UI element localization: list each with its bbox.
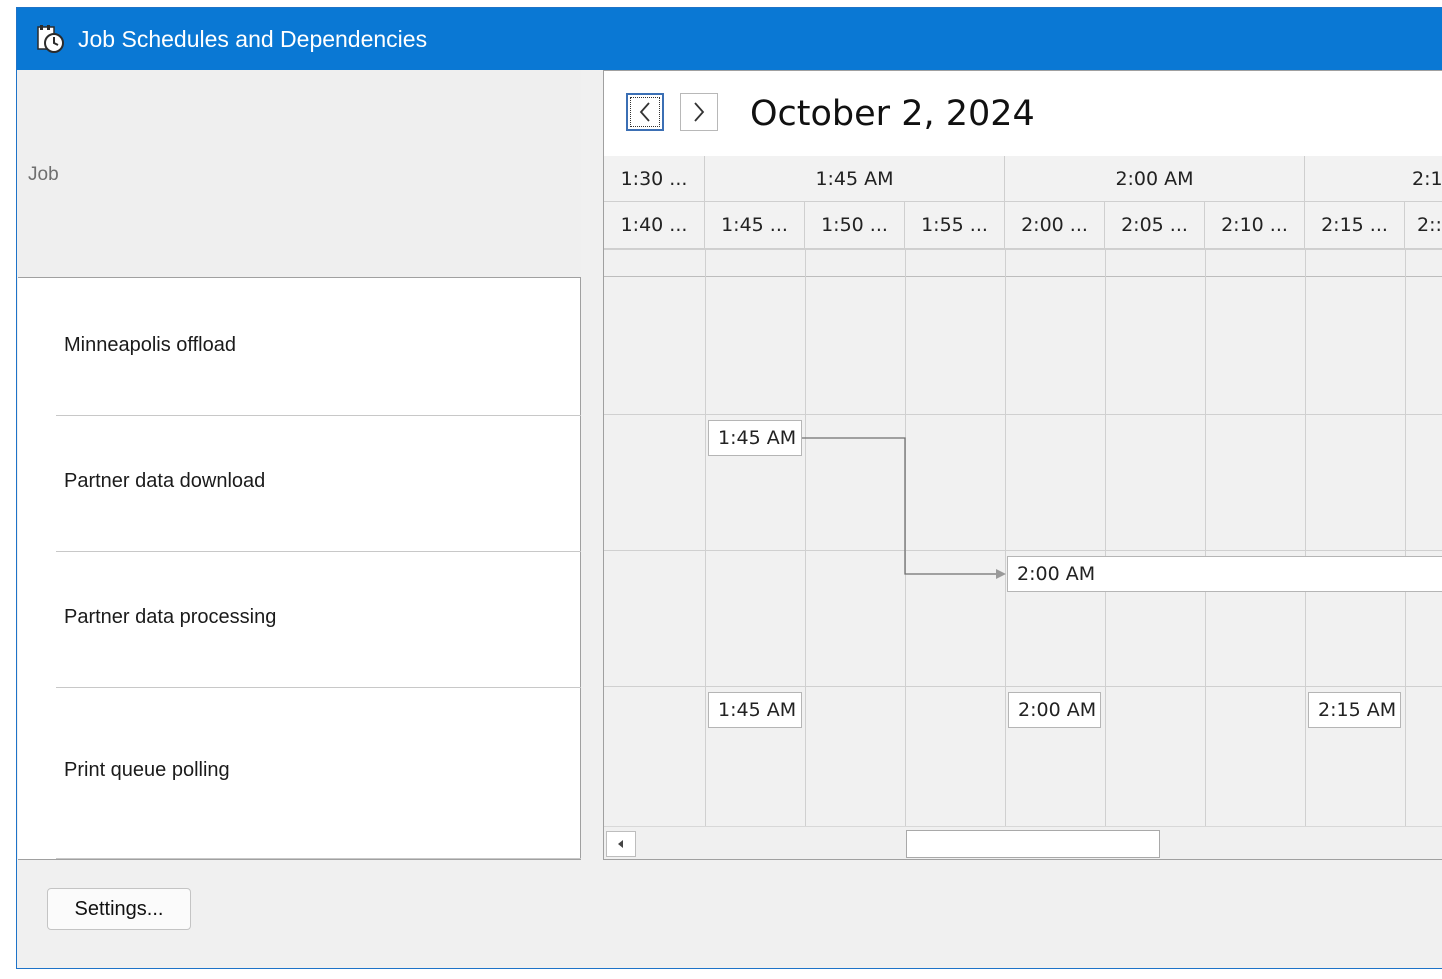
job-row-partner-data-download[interactable]: Partner data download xyxy=(56,416,581,552)
previous-day-button[interactable] xyxy=(626,93,664,131)
next-day-button[interactable] xyxy=(680,93,718,131)
job-occurrence-partner-data-download[interactable]: 1:45 AM xyxy=(708,420,802,456)
job-column-header-label: Job xyxy=(28,164,59,185)
timeline-grid: 1:30 ... 1:45 AM 2:00 AM 2:1 1:40 ... 1:… xyxy=(604,156,1442,826)
window-title: Job Schedules and Dependencies xyxy=(78,26,428,52)
job-row-label: Print queue polling xyxy=(64,759,230,781)
job-row-label: Partner data processing xyxy=(64,606,277,628)
job-row-label: Minneapolis offload xyxy=(64,334,236,356)
scrollbar-thumb[interactable] xyxy=(906,830,1160,858)
current-date-title: October 2, 2024 xyxy=(750,94,1035,134)
calendar-panel: October 2, 2024 1:30 ... 1:45 AM 2:00 AM… xyxy=(603,70,1442,860)
job-row-label: Partner data download xyxy=(64,470,266,492)
job-column-header[interactable]: Job xyxy=(18,70,581,278)
horizontal-scrollbar[interactable] xyxy=(604,826,1442,859)
job-occurrence-print-queue-polling[interactable]: 2:00 AM xyxy=(1008,692,1101,728)
settings-button[interactable]: Settings... xyxy=(47,888,191,930)
chevron-left-icon xyxy=(639,102,650,122)
job-occurrence-print-queue-polling[interactable]: 2:15 AM xyxy=(1308,692,1401,728)
arrow-left-icon xyxy=(618,840,623,848)
job-row-minneapolis-offload[interactable]: Minneapolis offload xyxy=(56,278,581,416)
job-occurrence-print-queue-polling[interactable]: 1:45 AM xyxy=(708,692,802,728)
scheduler-window: Job Schedules and Dependencies Job Minne… xyxy=(16,7,1442,969)
job-occurrence-partner-data-processing[interactable]: 2:00 AM xyxy=(1007,556,1442,592)
title-bar: Job Schedules and Dependencies xyxy=(17,8,1442,70)
scroll-left-button[interactable] xyxy=(606,831,636,857)
background-window-edge xyxy=(0,969,1442,979)
jobs-list-panel: Job Minneapolis offload Partner data dow… xyxy=(18,70,581,860)
job-row-partner-data-processing[interactable]: Partner data processing xyxy=(56,552,581,688)
schedule-clock-icon xyxy=(37,25,64,53)
job-row-print-queue-polling[interactable]: Print queue polling xyxy=(56,688,581,859)
chevron-right-icon xyxy=(694,102,705,122)
